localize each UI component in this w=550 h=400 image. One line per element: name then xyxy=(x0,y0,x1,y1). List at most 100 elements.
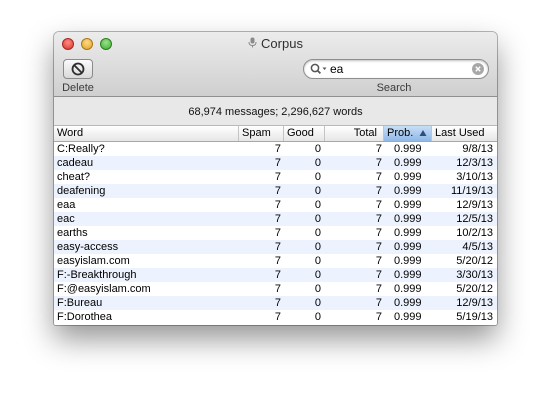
last-used-cell: 3/10/13 xyxy=(456,171,493,183)
good-count-cell: 0 xyxy=(314,297,321,309)
toolbar: Corpus Delete Search xyxy=(54,32,497,97)
triangle-up-icon xyxy=(419,130,427,136)
microphone-icon xyxy=(248,37,257,51)
table-row[interactable]: earths 7 0 7 0.999 10/2/13 xyxy=(54,226,497,240)
no-entry-icon xyxy=(71,62,85,76)
good-count-cell: 0 xyxy=(314,241,321,253)
last-used-cell: 10/2/13 xyxy=(456,227,493,239)
word-cell: F:@easyislam.com xyxy=(57,283,151,295)
good-count-cell: 0 xyxy=(314,311,321,323)
column-header-word[interactable]: Word xyxy=(54,126,239,141)
total-count-cell: 7 xyxy=(375,311,382,323)
spam-count-cell: 7 xyxy=(274,297,281,309)
word-cell: F:-Breakthrough xyxy=(57,269,137,281)
probability-cell: 0.999 xyxy=(394,157,422,169)
total-count-cell: 7 xyxy=(375,269,382,281)
probability-cell: 0.999 xyxy=(394,297,422,309)
probability-cell: 0.999 xyxy=(394,255,422,267)
table-row[interactable]: cadeau 7 0 7 0.999 12/3/13 xyxy=(54,156,497,170)
column-header-prob[interactable]: Prob. xyxy=(384,126,432,141)
last-used-cell: 4/5/13 xyxy=(462,241,493,253)
total-count-cell: 7 xyxy=(375,255,382,267)
clear-circle-icon[interactable] xyxy=(472,63,484,75)
table-body: C:Really? 7 0 7 0.999 9/8/13 cadeau 7 0 7 0.999 12/… xyxy=(54,142,497,324)
word-cell: F:Bureau xyxy=(57,297,103,309)
window-title: Corpus xyxy=(54,36,497,51)
table-row[interactable]: easyislam.com 7 0 7 0.999 5/20/12 xyxy=(54,254,497,268)
probability-cell: 0.999 xyxy=(394,311,422,323)
word-cell: deafening xyxy=(57,185,106,197)
column-header-total[interactable]: Total xyxy=(325,126,384,141)
total-count-cell: 7 xyxy=(375,283,382,295)
total-count-cell: 7 xyxy=(375,185,382,197)
spam-count-cell: 7 xyxy=(274,199,281,211)
last-used-cell: 12/9/13 xyxy=(456,297,493,309)
last-used-cell: 5/20/12 xyxy=(456,255,493,267)
spam-count-cell: 7 xyxy=(274,171,281,183)
probability-cell: 0.999 xyxy=(394,199,422,211)
good-count-cell: 0 xyxy=(314,185,321,197)
table-row[interactable]: F:@easyislam.com 7 0 7 0.999 5/20/12 xyxy=(54,282,497,296)
probability-cell: 0.999 xyxy=(394,143,422,155)
total-count-cell: 7 xyxy=(375,171,382,183)
spam-count-cell: 7 xyxy=(274,213,281,225)
spam-count-cell: 7 xyxy=(274,227,281,239)
corpus-stats: 68,974 messages; 2,296,627 words xyxy=(188,106,363,118)
table-row[interactable]: eac 7 0 7 0.999 12/5/13 xyxy=(54,212,497,226)
good-count-cell: 0 xyxy=(314,283,321,295)
spam-count-cell: 7 xyxy=(274,157,281,169)
last-used-cell: 5/19/13 xyxy=(456,311,493,323)
last-used-cell: 12/5/13 xyxy=(456,213,493,225)
spam-count-cell: 7 xyxy=(274,143,281,155)
magnifier-dropdown-icon[interactable] xyxy=(310,63,328,75)
good-count-cell: 0 xyxy=(314,255,321,267)
last-used-cell: 5/20/12 xyxy=(456,283,493,295)
spam-count-cell: 7 xyxy=(274,269,281,281)
column-header-spam[interactable]: Spam xyxy=(239,126,284,141)
table-row[interactable]: eaa 7 0 7 0.999 12/9/13 xyxy=(54,198,497,212)
table-row[interactable]: cheat? 7 0 7 0.999 3/10/13 xyxy=(54,170,497,184)
last-used-cell: 3/30/13 xyxy=(456,269,493,281)
spam-count-cell: 7 xyxy=(274,185,281,197)
last-used-cell: 12/3/13 xyxy=(456,157,493,169)
search-field[interactable] xyxy=(303,59,489,79)
table-row[interactable]: C:Really? 7 0 7 0.999 9/8/13 xyxy=(54,142,497,156)
search-label: Search xyxy=(376,82,412,94)
column-header-good[interactable]: Good xyxy=(284,126,325,141)
probability-cell: 0.999 xyxy=(394,241,422,253)
spam-count-cell: 7 xyxy=(274,255,281,267)
word-cell: C:Really? xyxy=(57,143,105,155)
last-used-cell: 12/9/13 xyxy=(456,199,493,211)
table-header: Word Spam Good Total Prob. Last Used xyxy=(54,126,497,142)
corpus-stats-bar: 68,974 messages; 2,296,627 words xyxy=(54,97,497,126)
spam-count-cell: 7 xyxy=(274,241,281,253)
corpus-window: Corpus Delete Search 68,974 messa xyxy=(54,32,497,325)
column-header-last-used[interactable]: Last Used xyxy=(432,126,497,141)
probability-cell: 0.999 xyxy=(394,283,422,295)
word-cell: cheat? xyxy=(57,171,91,183)
total-count-cell: 7 xyxy=(375,157,382,169)
table-row[interactable]: deafening 7 0 7 0.999 11/19/13 xyxy=(54,184,497,198)
table-row[interactable]: easy-access 7 0 7 0.999 4/5/13 xyxy=(54,240,497,254)
table-row[interactable]: F:-Breakthrough 7 0 7 0.999 3/30/13 xyxy=(54,268,497,282)
probability-cell: 0.999 xyxy=(394,227,422,239)
probability-cell: 0.999 xyxy=(394,171,422,183)
last-used-cell: 11/19/13 xyxy=(450,185,493,197)
table-row[interactable]: F:Dorothea 7 0 7 0.999 5/19/13 xyxy=(54,310,497,324)
total-count-cell: 7 xyxy=(375,213,382,225)
good-count-cell: 0 xyxy=(314,213,321,225)
probability-cell: 0.999 xyxy=(394,269,422,281)
word-cell: eaa xyxy=(57,199,76,211)
total-count-cell: 7 xyxy=(375,241,382,253)
good-count-cell: 0 xyxy=(314,157,321,169)
word-cell: F:Dorothea xyxy=(57,311,113,323)
word-cell: earths xyxy=(57,227,88,239)
table-row[interactable]: F:Bureau 7 0 7 0.999 12/9/13 xyxy=(54,296,497,310)
delete-button[interactable] xyxy=(63,59,93,79)
word-cell: eac xyxy=(57,213,75,225)
word-table: Word Spam Good Total Prob. Last Used C:R… xyxy=(54,126,497,325)
good-count-cell: 0 xyxy=(314,171,321,183)
good-count-cell: 0 xyxy=(314,199,321,211)
spam-count-cell: 7 xyxy=(274,311,281,323)
search-input[interactable] xyxy=(330,61,466,77)
